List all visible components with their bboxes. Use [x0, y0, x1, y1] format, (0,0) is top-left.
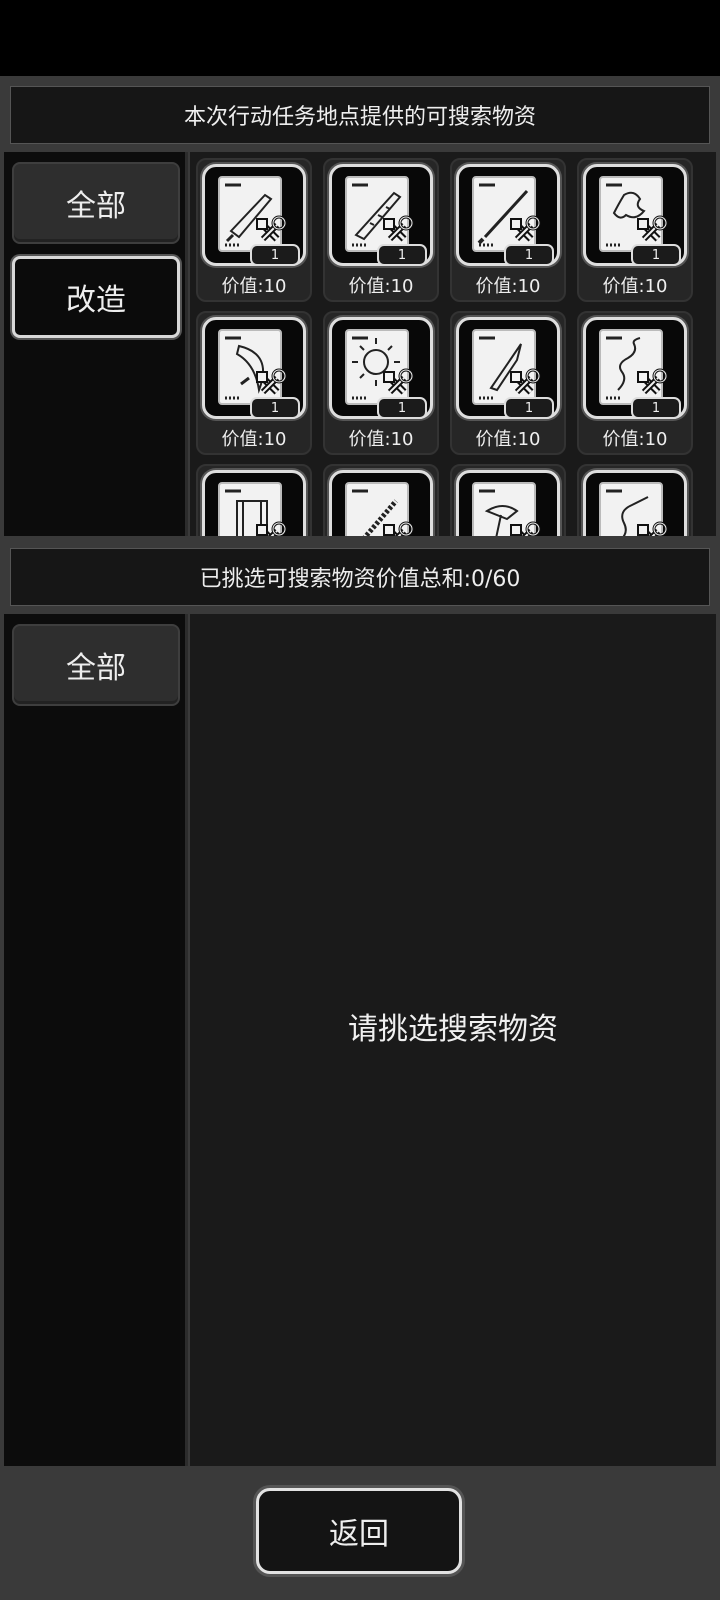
whip-blueprint-icon — [599, 482, 668, 536]
selected-supplies-panel: 请挑选搜索物资 — [190, 614, 716, 1466]
selected-total-text: 已挑选可搜索物资价值总和:0/60 — [199, 567, 521, 592]
item-count-badge: 1 — [504, 397, 554, 419]
item-count-badge: 1 — [377, 397, 427, 419]
supply-item[interactable]: 1 价值:10 — [323, 311, 439, 455]
item-count-badge: 1 — [377, 244, 427, 266]
supply-item[interactable]: 1价值:10 — [323, 464, 439, 536]
item-value-label: 价值:10 — [602, 429, 668, 450]
supply-item[interactable]: 1 价值:10 — [577, 158, 693, 302]
chain-blade-blueprint-icon — [345, 482, 414, 536]
tab-label: 全部 — [66, 651, 126, 686]
tab-all-top[interactable]: 全部 — [12, 162, 180, 244]
vest-blueprint-icon — [218, 482, 287, 536]
bottom-category-sidebar: 全部 — [4, 614, 188, 1466]
available-supplies-header: 本次行动任务地点提供的可搜索物资 — [10, 86, 710, 144]
item-value-label: 价值:10 — [475, 276, 541, 297]
supply-item[interactable]: 1 价值:10 — [323, 158, 439, 302]
axe-blueprint-icon — [472, 482, 541, 536]
empty-selection-message: 请挑选搜索物资 — [348, 1012, 558, 1047]
supply-item[interactable]: 1 价值:10 — [450, 311, 566, 455]
footer-bar: 返回 — [0, 1466, 720, 1600]
back-button-label: 返回 — [329, 1517, 389, 1552]
item-card — [456, 470, 560, 536]
item-count-badge: 1 — [631, 244, 681, 266]
item-value-label: 价值:10 — [221, 276, 287, 297]
available-supplies-title: 本次行动任务地点提供的可搜索物资 — [183, 105, 536, 130]
item-value-label: 价值:10 — [475, 429, 541, 450]
item-value-label: 价值:10 — [348, 276, 414, 297]
item-value-label: 价值:10 — [348, 429, 414, 450]
tab-label: 改造 — [66, 283, 126, 318]
supply-item[interactable]: 1 价值:10 — [196, 158, 312, 302]
selected-total-bar: 已挑选可搜索物资价值总和:0/60 — [10, 548, 710, 606]
item-value-label: 价值:10 — [221, 429, 287, 450]
supply-item[interactable]: 1价值:10 — [196, 464, 312, 536]
supply-item[interactable]: 1 价值:10 — [450, 158, 566, 302]
item-count-badge: 1 — [631, 397, 681, 419]
item-count-badge: 1 — [250, 397, 300, 419]
item-count-badge: 1 — [250, 244, 300, 266]
item-count-badge: 1 — [504, 244, 554, 266]
supply-item[interactable]: 1价值:10 — [450, 464, 566, 536]
supply-item[interactable]: 1价值:10 — [577, 464, 693, 536]
item-card — [202, 470, 306, 536]
supply-item[interactable]: 1 价值:10 — [196, 311, 312, 455]
tab-label: 全部 — [66, 189, 126, 224]
item-card — [583, 470, 687, 536]
item-card — [329, 470, 433, 536]
supplies-grid-panel[interactable]: 1 价值:10 1 价值:10 1 价值:10 1 价值:10 1 价值:10 1 价值:10 1 价值:… — [190, 152, 716, 536]
supply-item[interactable]: 1 价值:10 — [577, 311, 693, 455]
back-button[interactable]: 返回 — [256, 1488, 462, 1574]
tab-modification[interactable]: 改造 — [12, 256, 180, 338]
tab-all-bottom[interactable]: 全部 — [12, 624, 180, 706]
item-value-label: 价值:10 — [602, 276, 668, 297]
top-category-sidebar: 全部 改造 — [4, 152, 188, 536]
